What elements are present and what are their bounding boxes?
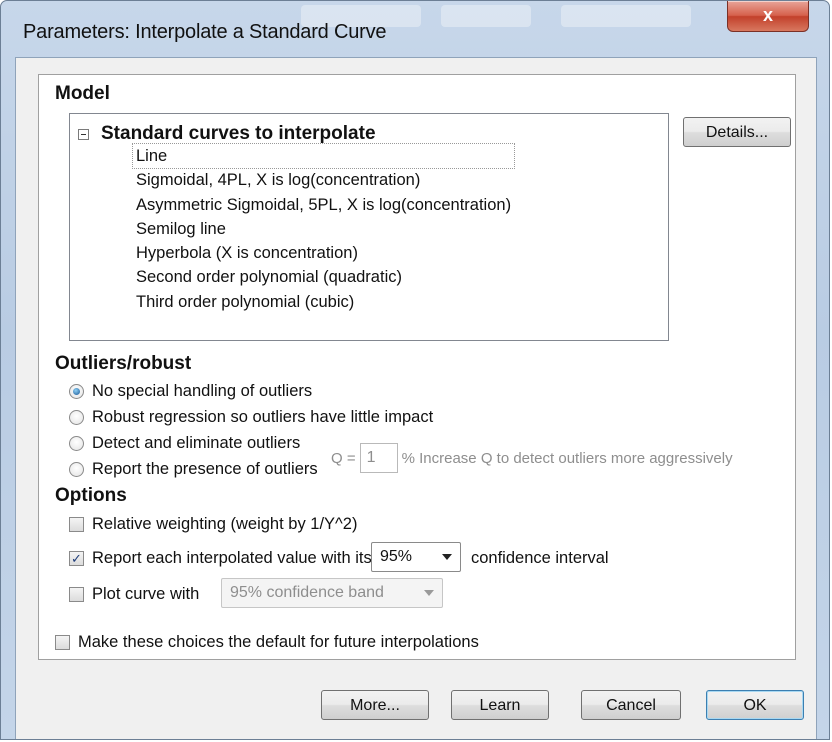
model-heading: Model bbox=[55, 83, 110, 104]
dialog-body: Model Standard curves to interpolate Lin… bbox=[15, 57, 817, 739]
checkbox-label: Plot curve with bbox=[92, 585, 200, 603]
tree-item-second-order-polynomial[interactable]: Second order polynomial (quadratic) bbox=[133, 265, 514, 289]
title-bar[interactable]: Parameters: Interpolate a Standard Curve… bbox=[1, 1, 829, 61]
cancel-button[interactable]: Cancel bbox=[581, 690, 681, 720]
tree-item-asymmetric-sigmoidal-5pl[interactable]: Asymmetric Sigmoidal, 5PL, X is log(conc… bbox=[133, 193, 514, 217]
checkbox-label: Relative weighting (weight by 1/Y^2) bbox=[92, 515, 358, 533]
radio-button-selected[interactable] bbox=[69, 384, 84, 399]
tree-item-sigmoidal-4pl[interactable]: Sigmoidal, 4PL, X is log(concentration) bbox=[133, 168, 514, 192]
tree-header: Standard curves to interpolate bbox=[78, 122, 376, 146]
radio-button[interactable] bbox=[69, 410, 84, 425]
radio-label: No special handling of outliers bbox=[92, 382, 313, 400]
checkbox-default-choices[interactable]: Make these choices the default for futur… bbox=[55, 633, 479, 652]
tree-item-third-order-polynomial[interactable]: Third order polynomial (cubic) bbox=[133, 290, 514, 314]
tree-items: Line Sigmoidal, 4PL, X is log(concentrat… bbox=[131, 142, 516, 314]
close-icon: x bbox=[762, 5, 773, 25]
close-button[interactable]: x bbox=[727, 1, 809, 32]
checkbox-label: Make these choices the default for futur… bbox=[78, 633, 479, 651]
ok-button[interactable]: OK bbox=[706, 690, 804, 720]
details-button[interactable]: Details... bbox=[683, 117, 791, 147]
options-heading: Options bbox=[55, 485, 127, 506]
radio-label: Robust regression so outliers have littl… bbox=[92, 408, 434, 426]
dropdown-arrow-icon bbox=[424, 590, 434, 596]
tree-item-hyperbola[interactable]: Hyperbola (X is concentration) bbox=[133, 241, 514, 265]
checkbox[interactable] bbox=[55, 635, 70, 650]
tree-item-line[interactable]: Line bbox=[131, 142, 516, 170]
suffix-label: confidence interval bbox=[471, 549, 609, 567]
confidence-band-select[interactable]: 95% confidence band bbox=[221, 578, 443, 608]
q-setting: Q = 1 % Increase Q to detect outliers mo… bbox=[331, 443, 733, 473]
title-bar-glass bbox=[561, 5, 691, 27]
collapse-icon[interactable] bbox=[78, 128, 89, 140]
radio-robust-regression[interactable]: Robust regression so outliers have littl… bbox=[69, 408, 433, 427]
title-bar-glass bbox=[441, 5, 531, 27]
checkbox-relative-weighting[interactable]: Relative weighting (weight by 1/Y^2) bbox=[69, 515, 357, 534]
tree-item-semilog-line[interactable]: Semilog line bbox=[133, 217, 514, 241]
checkbox-checked[interactable]: ✓ bbox=[69, 551, 84, 566]
checkbox-label: Report each interpolated value with its bbox=[92, 549, 372, 567]
radio-report-presence[interactable]: Report the presence of outliers bbox=[69, 460, 318, 479]
checkbox-plot-curve[interactable]: Plot curve with bbox=[69, 585, 199, 604]
confidence-interval-suffix: confidence interval bbox=[471, 549, 609, 568]
radio-label: Detect and eliminate outliers bbox=[92, 434, 301, 452]
radio-button[interactable] bbox=[69, 462, 84, 477]
select-value: 95% confidence band bbox=[230, 584, 384, 601]
dropdown-arrow-icon bbox=[442, 554, 452, 560]
more-button[interactable]: More... bbox=[321, 690, 429, 720]
standard-curves-tree[interactable]: Standard curves to interpolate Line Sigm… bbox=[69, 113, 669, 341]
checkbox[interactable] bbox=[69, 587, 84, 602]
dialog-window: Parameters: Interpolate a Standard Curve… bbox=[0, 0, 830, 740]
tree-title: Standard curves to interpolate bbox=[101, 123, 376, 144]
checkbox[interactable] bbox=[69, 517, 84, 532]
q-hint: % Increase Q to detect outliers more agg… bbox=[401, 449, 733, 467]
radio-button[interactable] bbox=[69, 436, 84, 451]
confidence-level-select[interactable]: 95% bbox=[371, 542, 461, 572]
radio-detect-eliminate[interactable]: Detect and eliminate outliers bbox=[69, 434, 300, 453]
checkbox-report-interpolated[interactable]: ✓ Report each interpolated value with it… bbox=[69, 549, 372, 568]
q-input[interactable]: 1 bbox=[359, 443, 398, 473]
radio-no-special-handling[interactable]: No special handling of outliers bbox=[69, 382, 312, 401]
parameters-panel: Model Standard curves to interpolate Lin… bbox=[38, 74, 796, 660]
window-title: Parameters: Interpolate a Standard Curve bbox=[23, 21, 387, 43]
checkmark-icon: ✓ bbox=[71, 551, 82, 566]
radio-label: Report the presence of outliers bbox=[92, 460, 318, 478]
learn-button[interactable]: Learn bbox=[451, 690, 549, 720]
q-label: Q = bbox=[331, 449, 356, 467]
select-value: 95% bbox=[380, 548, 413, 565]
outliers-heading: Outliers/robust bbox=[55, 353, 192, 374]
